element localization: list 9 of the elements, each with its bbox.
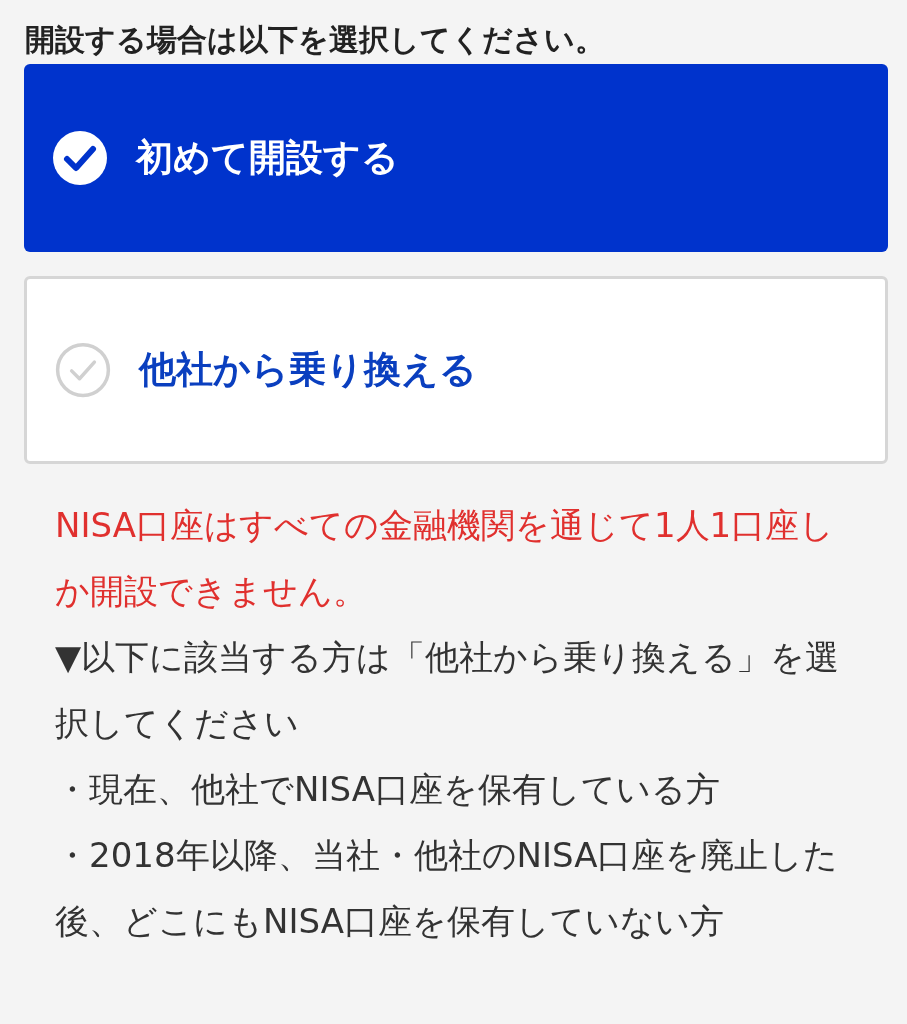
option-button[interactable]: 他社から乗り換える [24,276,888,464]
check-circle-icon [52,130,108,186]
bullet-text: ・2018年以降、当社・他社のNISA口座を廃止した後、どこにもNISA口座を保有していない方 [55,834,840,943]
instruction-text: ▼以下に該当する方は「他社から乗り換える」を選択してください [55,636,841,745]
warning-text: NISA口座はすべての金融機関を通じて1人1口座しか開設できません。 [55,504,836,613]
option-button[interactable]: 初めて開設する [24,64,888,252]
heading: 開設する場合は以下を選択してください。 [24,21,606,59]
bullet-text: ・現在、他社でNISA口座を保有している方 [55,768,721,811]
check-circle-icon [55,342,111,398]
